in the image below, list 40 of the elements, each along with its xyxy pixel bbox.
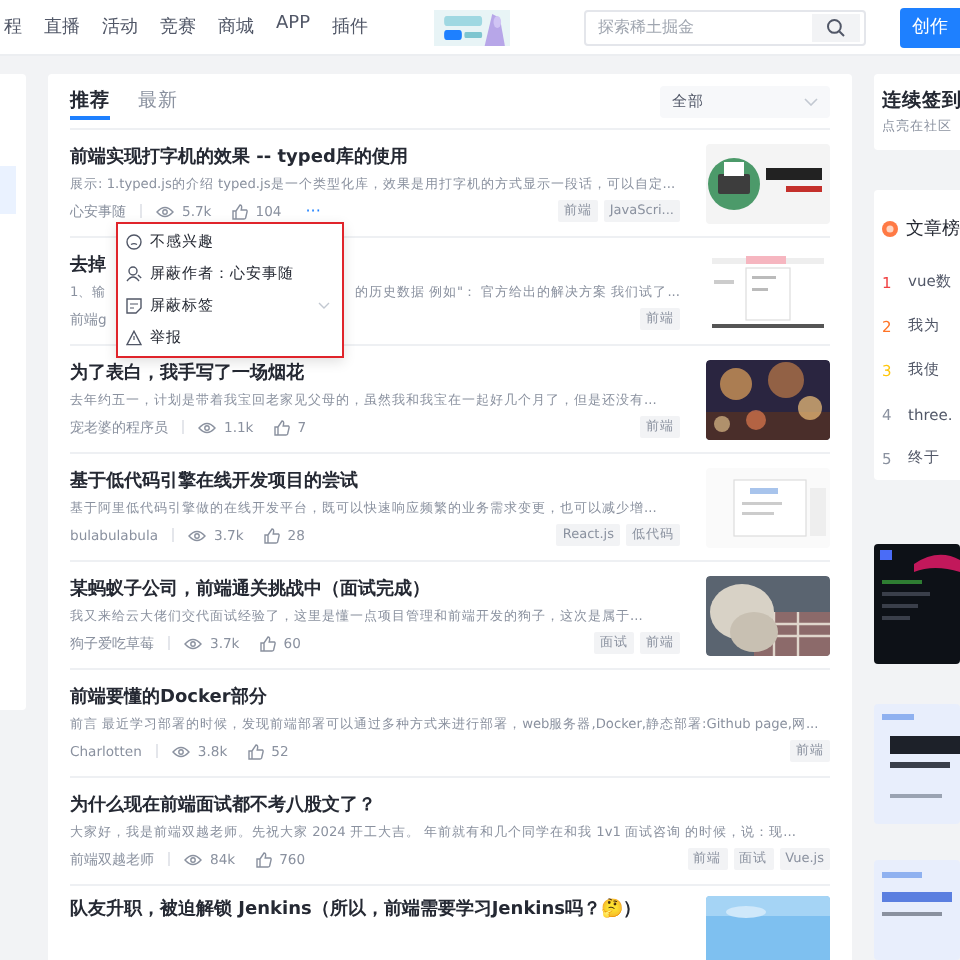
ranking-title: 文章榜 xyxy=(906,217,960,242)
eye-icon xyxy=(184,637,202,649)
thumbs-up-icon[interactable] xyxy=(231,203,248,219)
nav-link[interactable]: APP xyxy=(276,14,311,40)
article-title[interactable]: 某蚂蚁子公司，前端通关挑战中（面试完成） xyxy=(70,576,430,602)
nav-link[interactable]: 活动 xyxy=(102,14,138,40)
medal-icon xyxy=(882,220,898,238)
article-title[interactable]: 前端要懂的Docker部分 xyxy=(70,684,267,710)
article-title[interactable]: 队友升职，被迫解锁 Jenkins（所以，前端需要学习Jenkins吗？🤔） xyxy=(70,896,642,922)
eye-icon xyxy=(184,853,202,865)
chevron-down-icon xyxy=(804,97,818,105)
nav-link[interactable]: 程 xyxy=(4,14,22,40)
frown-face-icon xyxy=(126,234,142,250)
search-input[interactable]: 探索稀土掘金 xyxy=(586,18,812,36)
thumbs-up-icon[interactable] xyxy=(263,527,280,543)
article-title[interactable]: 为什么现在前端面试都不考八股文了？ xyxy=(70,792,376,818)
article-title[interactable]: 基于低代码引擎在线开发项目的尝试 xyxy=(70,468,358,494)
eye-icon xyxy=(156,205,174,217)
thumbs-up-icon[interactable] xyxy=(255,851,272,867)
thumbs-up-icon[interactable] xyxy=(247,743,264,759)
nav-link[interactable]: 插件 xyxy=(332,14,369,40)
thumbs-up-icon[interactable] xyxy=(259,635,276,651)
article-title[interactable]: 为了表白，我手写了一场烟花 xyxy=(70,360,304,386)
creator-center-button[interactable]: 创作 xyxy=(900,7,960,47)
eye-icon xyxy=(171,745,190,757)
person-icon xyxy=(126,266,142,282)
nav-link[interactable]: 商城 xyxy=(218,14,254,40)
feed-tab[interactable]: 推荐 xyxy=(70,82,110,120)
nav-link[interactable]: 直播 xyxy=(44,14,80,40)
article-title[interactable]: 去掉 xyxy=(70,252,106,278)
search-icon[interactable] xyxy=(826,17,846,37)
article-title[interactable]: 前端实现打字机的效果 -- typed库的使用 xyxy=(70,144,408,170)
search-field[interactable]: 探索稀土掘金 xyxy=(584,9,866,45)
eye-icon xyxy=(188,529,207,541)
thumbs-up-icon[interactable] xyxy=(273,419,290,435)
more-button[interactable]: ··· xyxy=(301,202,325,220)
nav-link[interactable]: 竞赛 xyxy=(160,14,196,40)
tag-icon xyxy=(126,298,142,314)
eye-icon xyxy=(198,421,216,433)
warning-icon xyxy=(126,330,142,346)
